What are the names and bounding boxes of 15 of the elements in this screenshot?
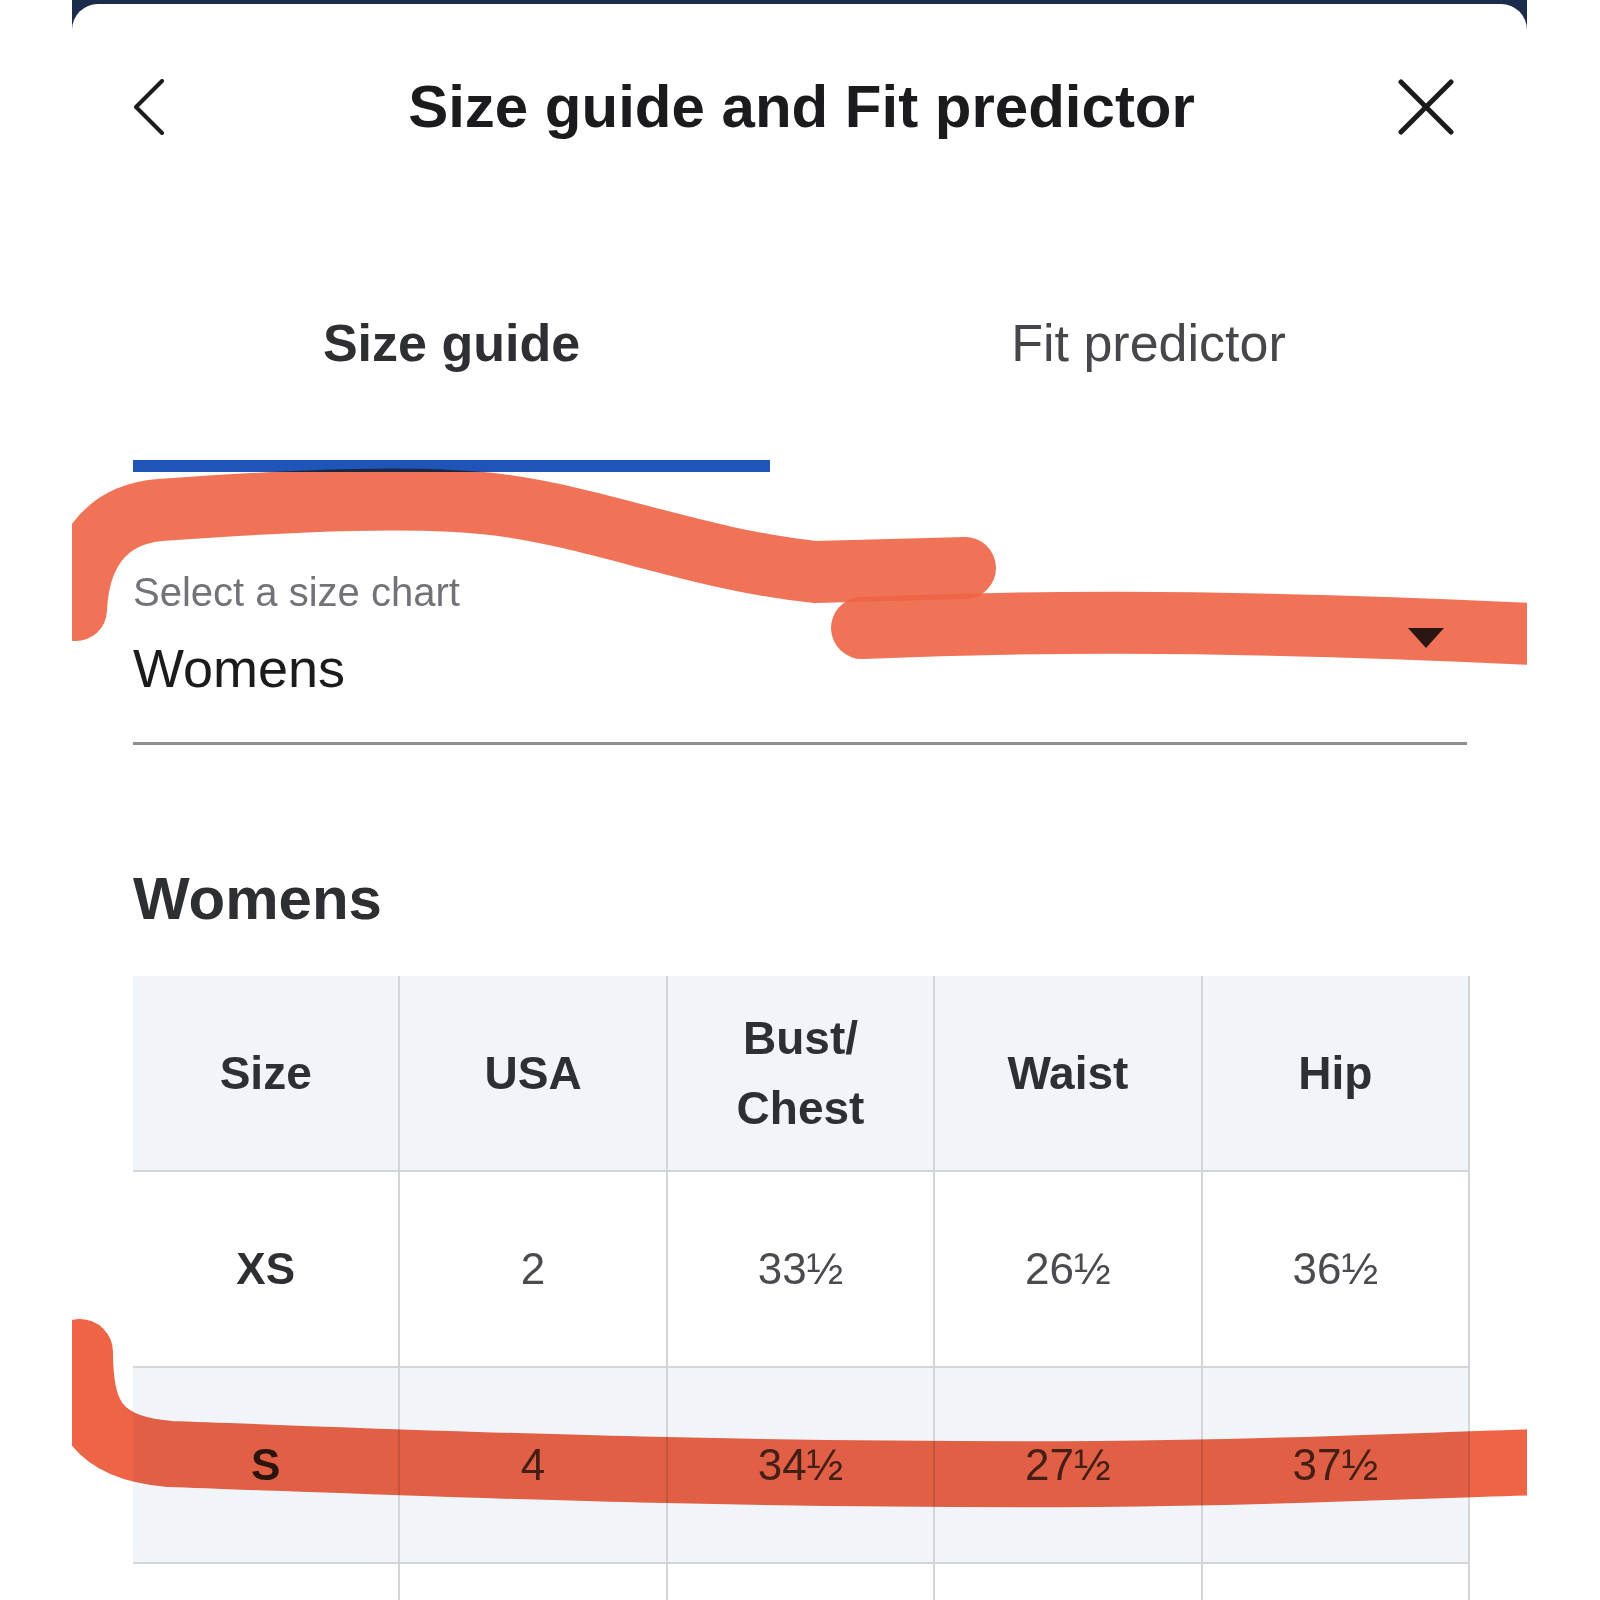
close-button[interactable] <box>1398 79 1454 135</box>
column-header: Hip <box>1202 976 1470 1172</box>
size-chart-dropdown[interactable]: Select a size chart Womens <box>133 568 1467 745</box>
chevron-left-icon <box>133 79 165 135</box>
column-header: USA <box>400 976 668 1172</box>
dialog-title: Size guide and Fit predictor <box>408 72 1195 142</box>
tab[interactable]: Fit predictor <box>770 210 1527 472</box>
floating-label: Select a size chart <box>133 569 460 616</box>
column-header: Size <box>133 976 401 1172</box>
back-button[interactable] <box>133 79 165 135</box>
column-header: Bust/ Chest <box>667 976 936 1172</box>
section-heading: Womens <box>133 864 383 934</box>
tab[interactable]: Size guide <box>133 210 770 472</box>
close-icon <box>1398 79 1454 135</box>
column-header: Waist <box>935 976 1203 1172</box>
